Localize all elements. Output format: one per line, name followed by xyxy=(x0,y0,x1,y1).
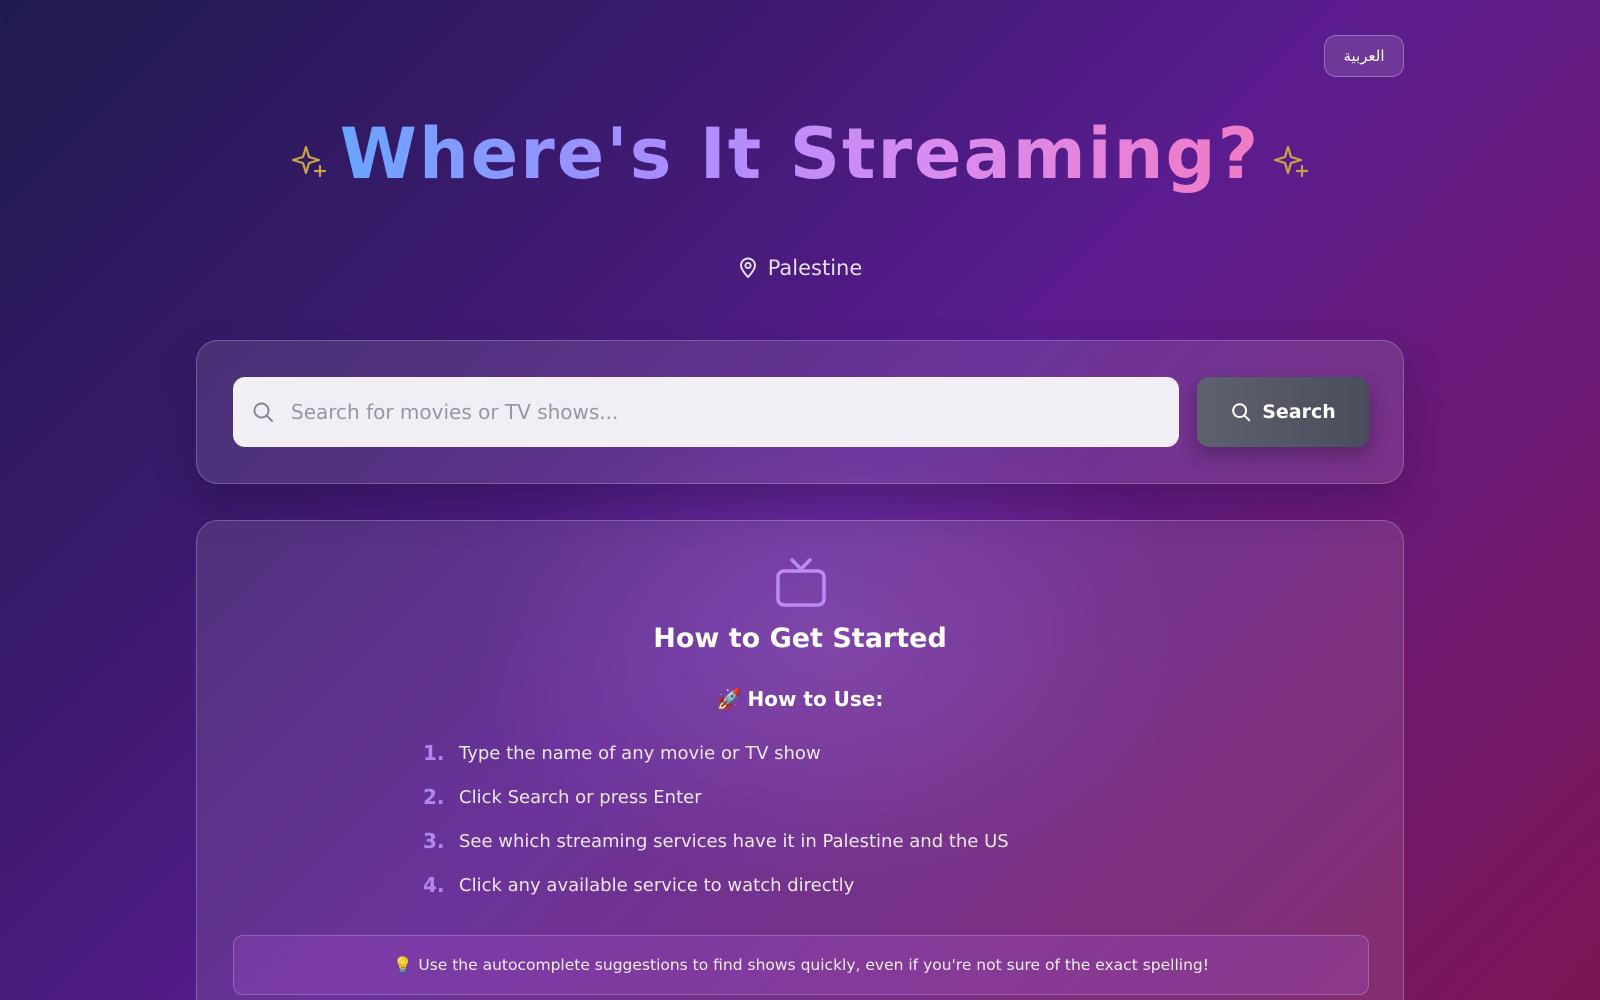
page-title: Where's It Streaming? xyxy=(339,113,1261,195)
getting-started-title: How to Get Started xyxy=(653,623,947,654)
search-button-label: Search xyxy=(1262,401,1336,423)
tip-banner: 💡 Use the autocomplete suggestions to fi… xyxy=(233,935,1369,995)
step-number: 3. xyxy=(423,829,445,853)
step-number: 1. xyxy=(423,741,445,765)
getting-started-card: How to Get Started 🚀 How to Use: 1. Type… xyxy=(196,520,1404,1000)
step-text: See which streaming services have it in … xyxy=(459,830,1009,852)
step-text: Type the name of any movie or TV show xyxy=(459,742,821,764)
rocket-icon: 🚀 xyxy=(716,687,742,711)
tip-text: Use the autocomplete suggestions to find… xyxy=(418,956,1209,974)
lightbulb-icon: 💡 xyxy=(393,956,413,974)
location-label: Palestine xyxy=(767,256,863,280)
step-text: Click any available service to watch dir… xyxy=(459,874,855,896)
how-to-heading: 🚀 How to Use: xyxy=(197,687,1403,711)
map-pin-icon xyxy=(739,257,756,278)
step-number: 4. xyxy=(423,873,445,897)
steps-list: 1. Type the name of any movie or TV show… xyxy=(423,731,1009,907)
title-row: Where's It Streaming? xyxy=(0,112,1600,196)
sparkle-icon xyxy=(291,145,326,178)
search-input[interactable] xyxy=(289,399,1153,425)
tv-icon xyxy=(776,558,826,607)
search-icon xyxy=(1232,403,1251,422)
location-indicator: Palestine xyxy=(0,256,1600,280)
search-button[interactable]: Search xyxy=(1197,377,1369,447)
language-toggle-button[interactable]: العربية xyxy=(1324,35,1404,77)
list-item: 3. See which streaming services have it … xyxy=(423,819,1009,863)
step-text: Click Search or press Enter xyxy=(459,786,702,808)
list-item: 1. Type the name of any movie or TV show xyxy=(423,731,1009,775)
list-item: 4. Click any available service to watch … xyxy=(423,863,1009,907)
search-field[interactable] xyxy=(233,377,1179,447)
sparkle-icon xyxy=(1274,145,1309,178)
search-card: Search xyxy=(196,340,1404,484)
step-number: 2. xyxy=(423,785,445,809)
how-to-label: How to Use: xyxy=(747,687,884,711)
list-item: 2. Click Search or press Enter xyxy=(423,775,1009,819)
search-icon xyxy=(253,402,273,422)
